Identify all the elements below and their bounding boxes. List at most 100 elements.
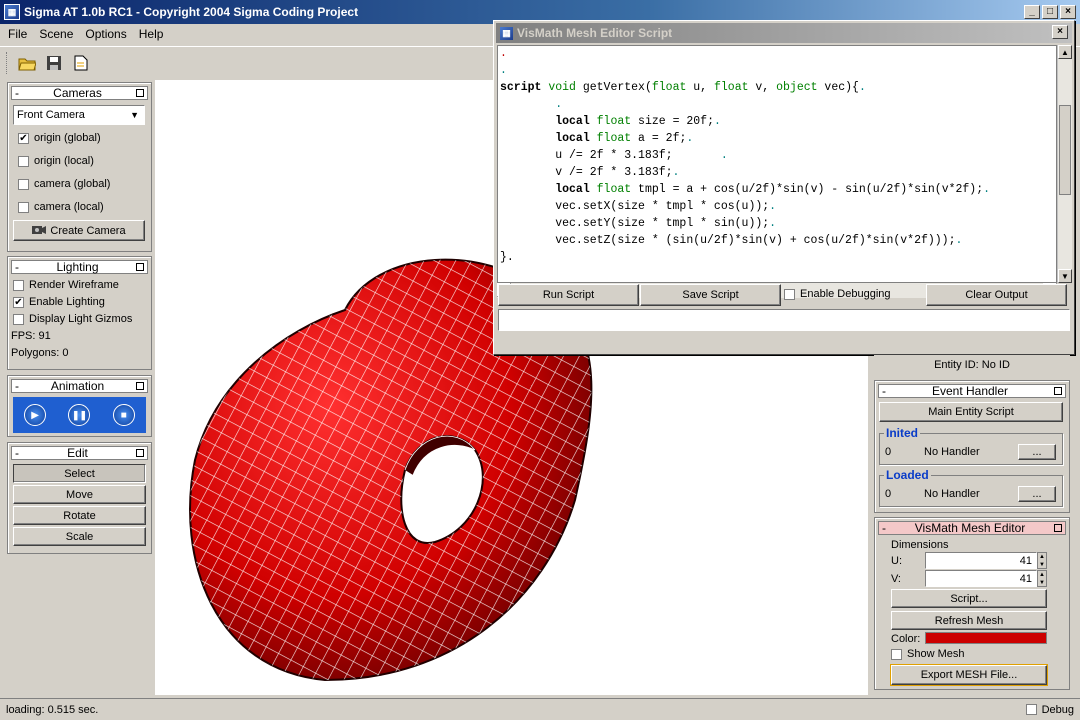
chevron-down-icon: ▼ — [130, 110, 139, 120]
move-button[interactable]: Move — [13, 485, 146, 504]
checkbox[interactable] — [18, 155, 29, 167]
app-icon: ▦ — [4, 4, 20, 20]
script-window-title: VisMath Mesh Editor Script — [517, 26, 673, 40]
new-document-icon[interactable] — [70, 52, 92, 74]
animation-controls: ▶ ❚❚ ■ — [13, 397, 146, 433]
loaded-group: Loaded 0 No Handler ... — [879, 468, 1063, 507]
collapse-icon[interactable] — [136, 89, 144, 97]
checkbox[interactable] — [18, 201, 29, 213]
camera-option[interactable]: camera (local) — [18, 201, 104, 213]
run-script-button[interactable]: Run Script — [498, 284, 639, 306]
enable-debugging-option[interactable]: Enable Debugging — [784, 288, 891, 300]
menu-help[interactable]: Help — [133, 27, 170, 41]
v-stepper-icon[interactable]: ▲ ▼ — [1037, 570, 1047, 587]
scroll-down-icon[interactable]: ▼ — [1058, 269, 1072, 283]
camera-option[interactable]: camera (global) — [18, 178, 110, 190]
code-line: v /= 2f * 3.183f;. — [500, 166, 680, 179]
refresh-mesh-button[interactable]: Refresh Mesh — [891, 611, 1047, 630]
code-line: vec.setX(size * tmpl * cos(u));. — [500, 200, 777, 213]
menu-file[interactable]: File — [2, 27, 33, 41]
lighting-option[interactable]: Display Light Gizmos — [13, 313, 132, 325]
status-text: loading: 0.515 sec. — [6, 703, 99, 716]
show-mesh-option[interactable]: Show Mesh — [891, 648, 964, 660]
app-icon: ▦ — [500, 26, 513, 40]
pause-icon[interactable]: ❚❚ — [68, 404, 91, 426]
close-button[interactable]: × — [1060, 5, 1076, 19]
cameras-panel-header: - Cameras — [11, 86, 148, 100]
collapse-icon[interactable] — [1054, 387, 1062, 395]
edit-panel-title: Edit — [67, 446, 88, 460]
lighting-option[interactable]: Render Wireframe — [13, 279, 119, 291]
scroll-up-icon[interactable]: ▲ — [1058, 45, 1072, 59]
main-entity-script-button[interactable]: Main Entity Script — [879, 402, 1063, 422]
checkbox[interactable] — [891, 648, 902, 660]
enable-debugging-label: Enable Debugging — [800, 288, 891, 300]
fps-label: FPS: 91 — [11, 330, 51, 342]
lighting-option[interactable]: ✔ Enable Lighting — [13, 296, 105, 308]
collapse-icon[interactable] — [136, 263, 144, 271]
vertical-scrollbar[interactable]: ▲ ▼ — [1057, 45, 1072, 283]
status-bar: loading: 0.515 sec. Debug — [0, 698, 1080, 720]
select-button[interactable]: Select — [13, 464, 146, 483]
camera-option-label: origin (local) — [34, 155, 94, 167]
scale-button[interactable]: Scale — [13, 527, 146, 546]
collapse-icon[interactable] — [136, 382, 144, 390]
checkbox-checked[interactable]: ✔ — [13, 296, 24, 308]
inited-label: Inited — [884, 426, 920, 440]
checkbox[interactable] — [13, 313, 24, 325]
u-stepper-icon[interactable]: ▲ ▼ — [1037, 552, 1047, 569]
lighting-option-label: Display Light Gizmos — [29, 313, 133, 325]
v-input[interactable]: 41 — [925, 570, 1037, 587]
u-input[interactable]: 41 — [925, 552, 1037, 569]
camera-option-label: camera (local) — [34, 201, 104, 213]
handler-browse-button[interactable]: ... — [1018, 486, 1056, 502]
menu-scene[interactable]: Scene — [33, 27, 79, 41]
save-icon[interactable] — [43, 52, 65, 74]
mesh-editor-panel: - VisMath Mesh Editor Dimensions U: 41 ▲… — [874, 517, 1070, 690]
save-script-button[interactable]: Save Script — [640, 284, 781, 306]
play-icon[interactable]: ▶ — [24, 404, 47, 426]
code-line: . — [500, 64, 507, 77]
minimize-button[interactable]: _ — [1024, 5, 1040, 19]
cameras-panel: - Cameras Front Camera ▼ ✔ origin (global… — [7, 82, 152, 252]
menu-options[interactable]: Options — [79, 27, 132, 41]
export-mesh-button[interactable]: Export MESH File... — [890, 664, 1048, 686]
entity-id-label: Entity ID: No ID — [874, 355, 1070, 375]
code-line: }. — [500, 251, 514, 264]
loaded-label: Loaded — [884, 468, 931, 482]
clear-output-button[interactable]: Clear Output — [926, 284, 1067, 306]
script-button[interactable]: Script... — [891, 589, 1047, 608]
maximize-button[interactable]: □ — [1042, 5, 1058, 19]
rotate-button[interactable]: Rotate — [13, 506, 146, 525]
close-button[interactable]: × — [1052, 25, 1068, 39]
camera-option[interactable]: ✔ origin (global) — [18, 132, 101, 144]
camera-option[interactable]: origin (local) — [18, 155, 94, 167]
script-window-titlebar: ▦ VisMath Mesh Editor Script × — [496, 23, 1072, 43]
cameras-panel-title: Cameras — [53, 86, 102, 100]
handler-browse-button[interactable]: ... — [1018, 444, 1056, 460]
stop-icon[interactable]: ■ — [112, 404, 135, 426]
checkbox[interactable] — [1025, 704, 1037, 715]
create-camera-button[interactable]: Create Camera — [13, 220, 145, 241]
checkbox[interactable] — [784, 288, 795, 300]
u-label: U: — [891, 555, 902, 567]
color-swatch[interactable] — [925, 632, 1047, 644]
handler-name: No Handler — [924, 446, 980, 458]
debug-option[interactable]: Debug — [1025, 703, 1074, 716]
scroll-thumb[interactable] — [1059, 105, 1071, 195]
inited-group: Inited 0 No Handler ... — [879, 426, 1063, 465]
debug-label: Debug — [1041, 703, 1074, 716]
color-label: Color: — [891, 633, 921, 645]
mesh-editor-header: - VisMath Mesh Editor — [878, 521, 1066, 535]
camera-select[interactable]: Front Camera ▼ — [13, 105, 145, 125]
edit-panel: - Edit Select Move Rotate Scale — [7, 442, 152, 554]
open-folder-icon[interactable] — [16, 52, 38, 74]
event-handler-header: - Event Handler — [878, 384, 1066, 398]
checkbox[interactable] — [13, 279, 24, 291]
checkbox-checked[interactable]: ✔ — [18, 132, 29, 144]
script-output[interactable] — [498, 309, 1070, 331]
collapse-icon[interactable] — [136, 449, 144, 457]
collapse-icon[interactable] — [1054, 524, 1062, 532]
checkbox[interactable] — [18, 178, 29, 190]
code-editor[interactable]: . . script void getVertex(float u, float… — [497, 45, 1057, 283]
